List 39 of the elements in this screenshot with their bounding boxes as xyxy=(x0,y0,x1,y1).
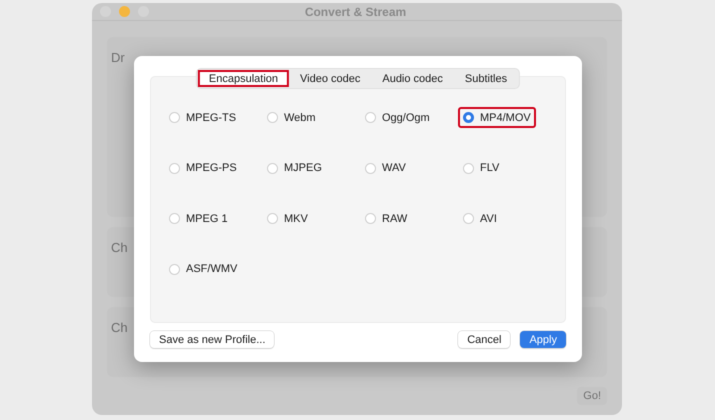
radio-option[interactable]: MPEG-TS xyxy=(164,107,242,128)
tab[interactable]: Subtitles xyxy=(454,70,518,87)
tab[interactable]: Video codec xyxy=(289,70,372,87)
option-label: MP4/MOV xyxy=(480,112,531,124)
apply-button[interactable]: Apply xyxy=(520,331,566,348)
radio-option[interactable]: MJPEG xyxy=(262,158,327,178)
section-heading: Ch xyxy=(111,240,128,255)
radio-option[interactable]: RAW xyxy=(360,208,412,229)
option-label: MJPEG xyxy=(284,162,322,174)
option-label: WAV xyxy=(382,162,406,174)
option-label: FLV xyxy=(480,162,500,174)
radio-option[interactable]: MP4/MOV xyxy=(458,107,536,128)
option-label: MPEG-PS xyxy=(186,162,237,174)
tab[interactable]: Encapsulation xyxy=(198,70,289,87)
option-label: Ogg/Ogm xyxy=(382,112,430,124)
radio-option[interactable]: FLV xyxy=(458,158,504,178)
radio-option[interactable]: MKV xyxy=(262,208,313,229)
option-label: Webm xyxy=(284,112,316,124)
radio-button[interactable] xyxy=(463,112,474,123)
tab[interactable]: Audio codec xyxy=(371,70,454,87)
radio-option[interactable]: MPEG-PS xyxy=(164,158,242,178)
option-label: RAW xyxy=(382,212,408,224)
radio-option[interactable]: AVI xyxy=(458,208,502,229)
window-control-button[interactable] xyxy=(119,6,130,17)
option-label: MPEG 1 xyxy=(186,212,228,224)
save-profile-button[interactable]: Save as new Profile... xyxy=(150,331,274,348)
option-label: MPEG-TS xyxy=(186,112,236,124)
radio-option[interactable]: MPEG 1 xyxy=(164,208,233,229)
option-label: AVI xyxy=(480,212,497,224)
window-title: Convert & Stream xyxy=(304,4,408,18)
cancel-button[interactable]: Cancel xyxy=(458,331,510,348)
radio-option[interactable]: Webm xyxy=(262,107,321,128)
option-label: MKV xyxy=(284,212,308,224)
radio-option[interactable]: Ogg/Ogm xyxy=(360,107,435,128)
section-heading: Dr xyxy=(111,50,125,65)
radio-option[interactable]: ASF/WMV xyxy=(164,258,242,280)
section-heading: Ch xyxy=(111,320,128,335)
option-label: ASF/WMV xyxy=(186,263,238,275)
radio-option[interactable]: WAV xyxy=(360,158,411,178)
